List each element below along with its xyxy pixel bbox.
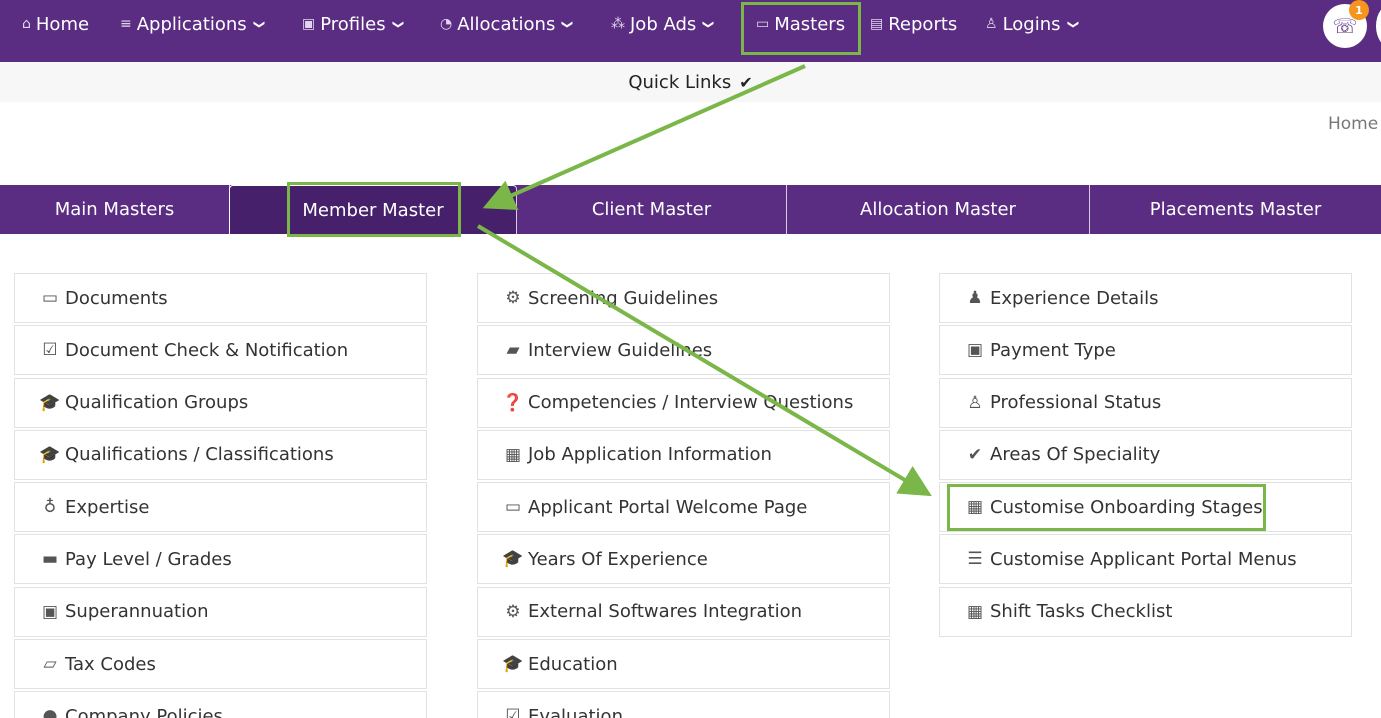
arrow-masters-to-member-master	[482, 64, 806, 210]
arrow-member-master-to-onboarding	[476, 224, 932, 497]
annotation-arrows	[476, 64, 932, 497]
